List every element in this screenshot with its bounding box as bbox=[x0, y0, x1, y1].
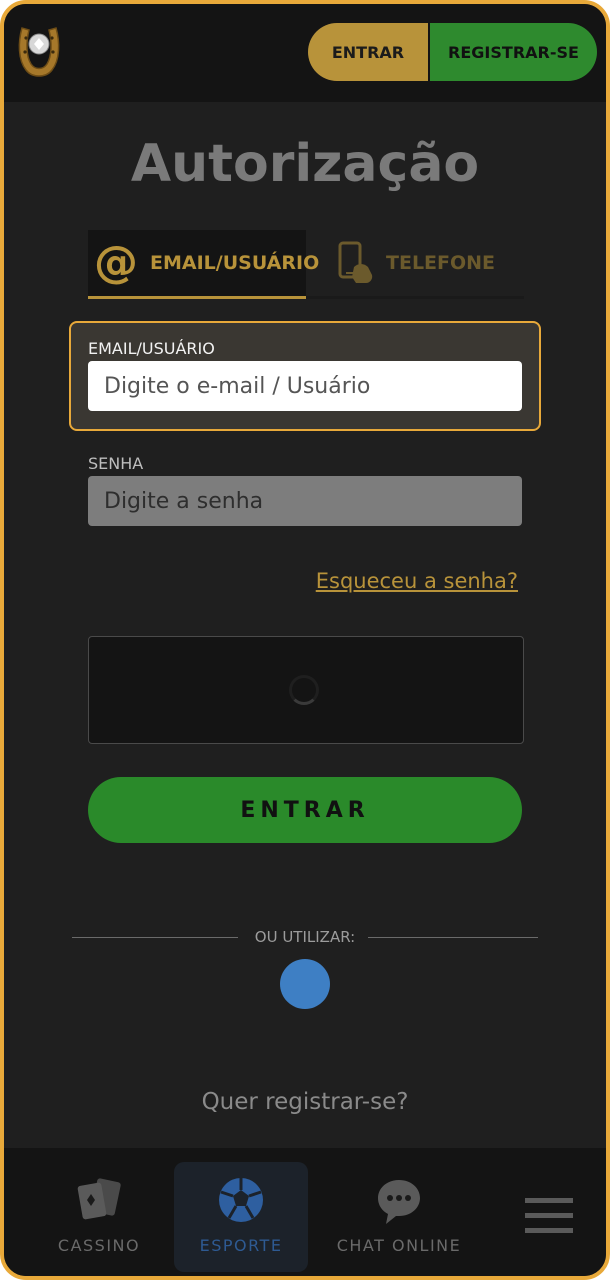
header-login-button[interactable]: ENTRAR bbox=[308, 23, 428, 81]
register-prompt-link[interactable]: Quer registrar-se? bbox=[4, 1089, 606, 1115]
captcha-widget[interactable] bbox=[88, 636, 524, 744]
top-bar: ENTRAR REGISTRAR-SE bbox=[4, 4, 606, 102]
nav-item-cassino[interactable]: CASSINO bbox=[24, 1148, 174, 1276]
nav-item-esporte[interactable]: ESPORTE bbox=[174, 1148, 308, 1276]
nav-label-esporte: ESPORTE bbox=[199, 1236, 283, 1255]
app-frame: ENTRAR REGISTRAR-SE Autorização @ EMAIL/… bbox=[0, 0, 610, 1280]
tab-phone-label: TELEFONE bbox=[386, 252, 496, 274]
nav-label-chat-online: CHAT ONLINE bbox=[336, 1236, 462, 1255]
password-label: SENHA bbox=[88, 454, 144, 473]
tab-phone[interactable]: TELEFONE bbox=[306, 230, 524, 299]
social-divider-text: OU UTILIZAR: bbox=[254, 928, 356, 946]
social-login-button[interactable] bbox=[280, 959, 330, 1009]
tab-email-label: EMAIL/USUÁRIO bbox=[150, 252, 320, 274]
chat-bubble-icon bbox=[378, 1180, 420, 1224]
page-title: Autorização bbox=[130, 134, 480, 194]
cards-icon bbox=[77, 1178, 121, 1220]
soccer-ball-icon bbox=[219, 1178, 263, 1222]
forgot-password-link[interactable]: Esqueceu a senha? bbox=[316, 569, 518, 593]
header-register-button[interactable]: REGISTRAR-SE bbox=[430, 23, 597, 81]
email-label: EMAIL/USUÁRIO bbox=[88, 339, 215, 358]
nav-item-menu[interactable] bbox=[514, 1148, 584, 1276]
tab-email-username[interactable]: @ EMAIL/USUÁRIO bbox=[88, 230, 319, 299]
password-input[interactable] bbox=[88, 476, 522, 526]
hamburger-menu-icon bbox=[525, 1198, 573, 1233]
bottom-navigation: CASSINO ESPORTE CHAT ONLINE bbox=[4, 1148, 606, 1276]
login-submit-button[interactable]: ENTRAR bbox=[88, 777, 522, 843]
email-input[interactable] bbox=[88, 361, 522, 411]
phone-hand-icon bbox=[338, 241, 373, 283]
nav-label-cassino: CASSINO bbox=[57, 1236, 141, 1255]
loading-spinner-icon bbox=[289, 675, 319, 705]
horseshoe-logo-icon[interactable] bbox=[16, 22, 62, 80]
at-sign-icon: @ bbox=[94, 237, 138, 288]
nav-item-chat-online[interactable]: CHAT ONLINE bbox=[324, 1148, 474, 1276]
auth-tabs: @ EMAIL/USUÁRIO TELEFONE bbox=[88, 230, 524, 300]
